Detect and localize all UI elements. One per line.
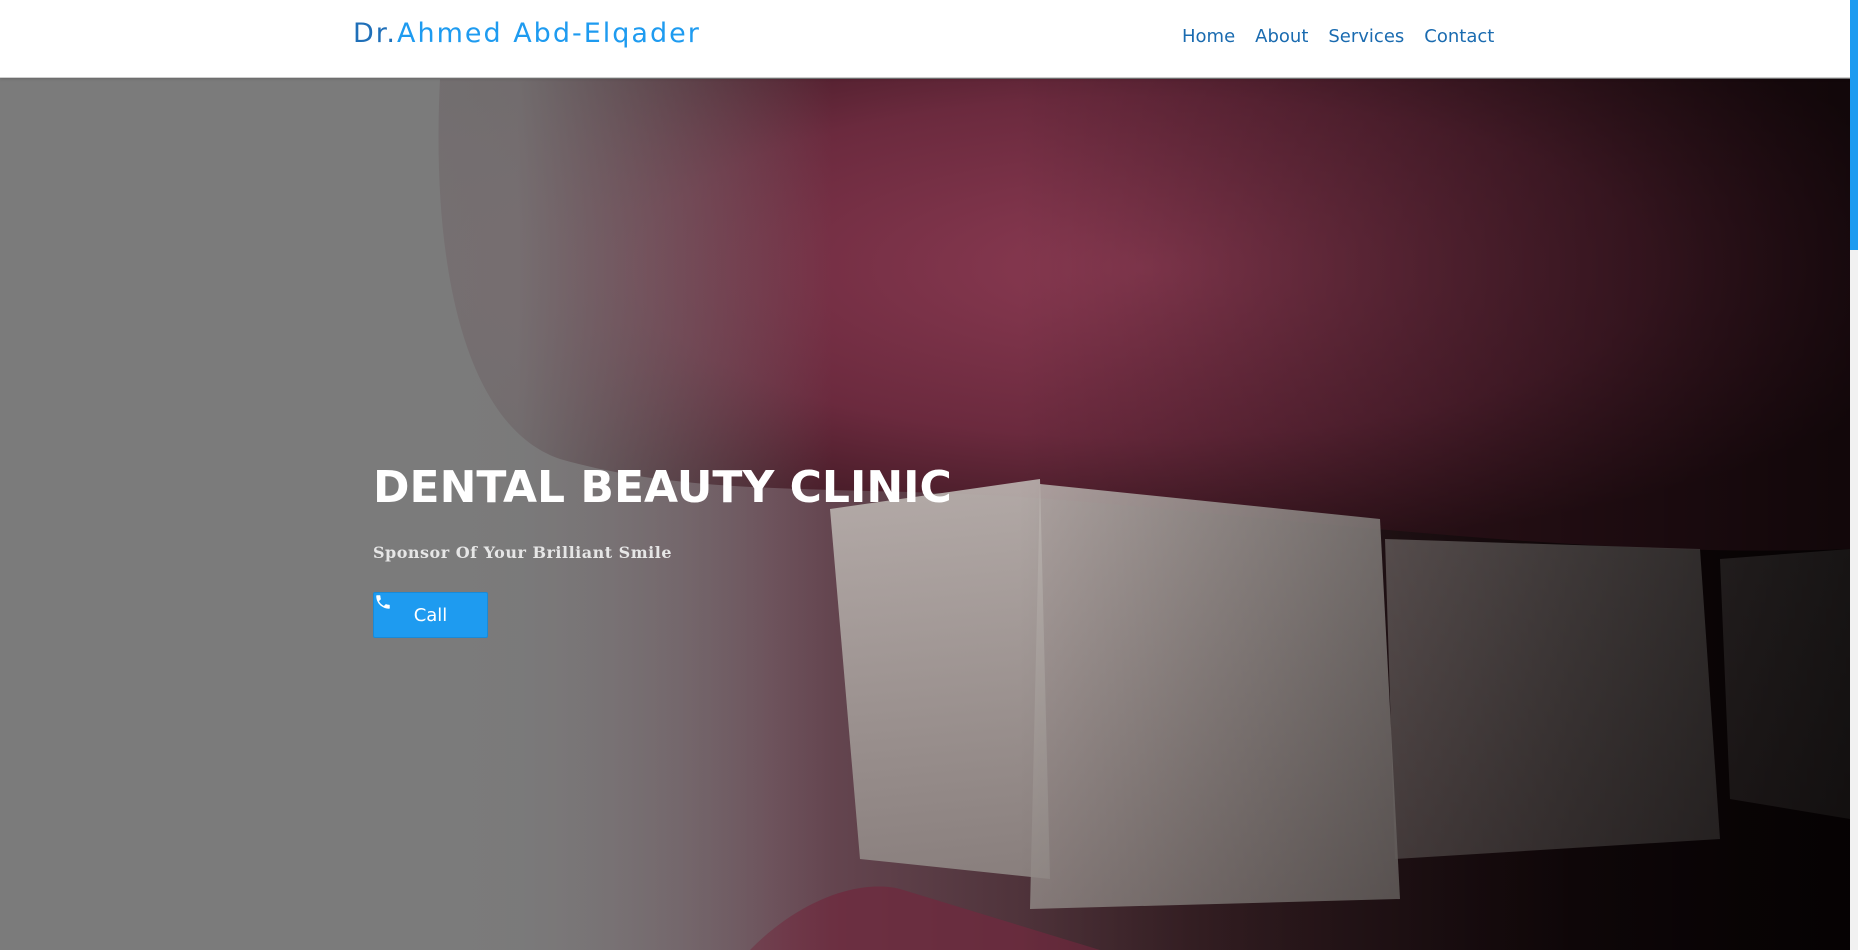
nav-link-about[interactable]: About	[1255, 26, 1308, 47]
hero-subtitle: Sponsor Of Your Brilliant Smile	[373, 543, 672, 562]
hero-title: DENTAL BEAUTY CLINIC	[373, 462, 952, 513]
navbar: Dr.Ahmed Abd-Elqader Home About Services…	[0, 0, 1850, 78]
hero-content: DENTAL BEAUTY CLINIC Sponsor Of Your Bri…	[373, 462, 952, 638]
call-button-label: Call	[413, 604, 448, 626]
nav-link-contact[interactable]: Contact	[1424, 26, 1494, 47]
nav-link-home[interactable]: Home	[1182, 26, 1235, 47]
brand-logo[interactable]: Dr.Ahmed Abd-Elqader	[353, 18, 701, 49]
scrollbar-thumb[interactable]	[1850, 0, 1858, 250]
phone-icon	[376, 595, 390, 609]
brand-prefix: Dr.	[353, 18, 397, 49]
nav-link-services[interactable]: Services	[1328, 26, 1404, 47]
call-button[interactable]: Call	[373, 592, 488, 638]
brand-name: Ahmed Abd-Elqader	[397, 18, 701, 49]
nav-menu: Home About Services Contact	[1182, 26, 1514, 47]
hero-section: DENTAL BEAUTY CLINIC Sponsor Of Your Bri…	[0, 79, 1850, 950]
